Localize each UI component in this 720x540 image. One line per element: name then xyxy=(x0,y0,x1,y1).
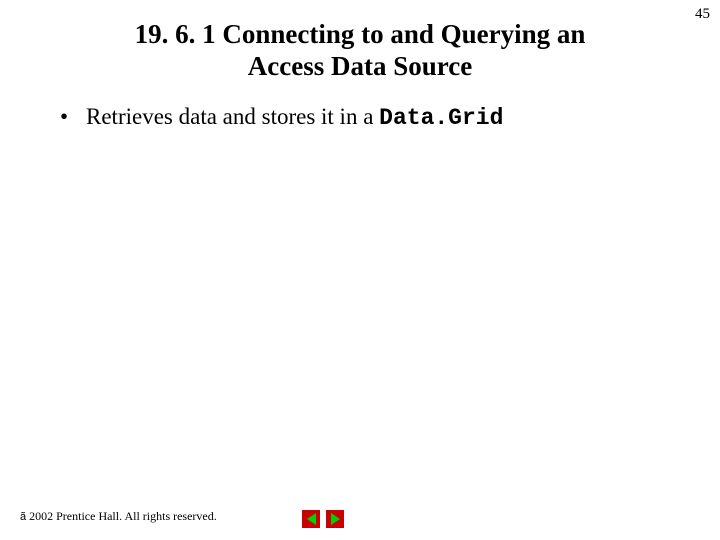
bullet-list: Retrieves data and stores it in a Data.G… xyxy=(60,104,660,131)
copyright-footer: ã 2002 Prentice Hall. All rights reserve… xyxy=(20,509,217,524)
next-slide-button[interactable] xyxy=(326,510,344,528)
slide: 45 19. 6. 1 Connecting to and Querying a… xyxy=(0,0,720,540)
triangle-left-icon xyxy=(307,513,316,525)
slide-nav xyxy=(302,510,344,528)
slide-title: 19. 6. 1 Connecting to and Querying an A… xyxy=(85,18,635,83)
title-line-2: Access Data Source xyxy=(248,51,472,81)
prev-slide-button[interactable] xyxy=(302,510,320,528)
copyright-text: 2002 Prentice Hall. All rights reserved. xyxy=(29,509,217,524)
page-number: 45 xyxy=(695,6,710,23)
copyright-symbol: ã xyxy=(20,511,26,523)
bullet-code: Data.Grid xyxy=(379,105,503,131)
triangle-right-icon xyxy=(331,513,340,525)
bullet-item: Retrieves data and stores it in a Data.G… xyxy=(60,104,660,131)
title-line-1: 19. 6. 1 Connecting to and Querying an xyxy=(135,19,586,49)
bullet-text: Retrieves data and stores it in a xyxy=(86,104,379,129)
